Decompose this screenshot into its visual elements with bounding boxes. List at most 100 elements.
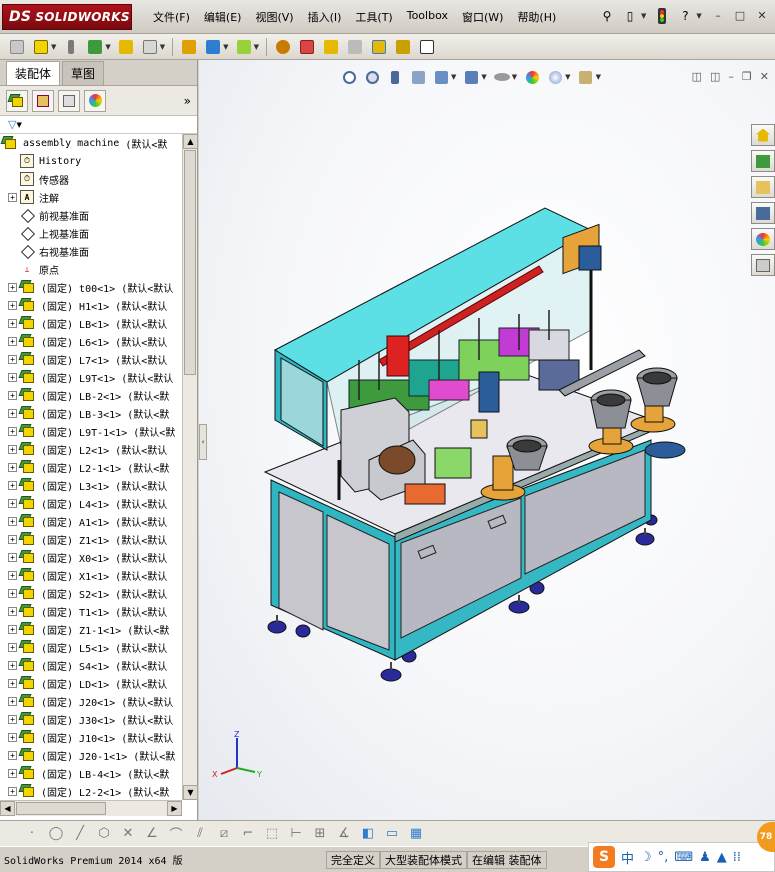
dimension-icon[interactable]: ⊢ bbox=[286, 825, 306, 843]
show-hidden-icon[interactable] bbox=[178, 37, 200, 57]
traffic-light-icon[interactable] bbox=[653, 6, 671, 26]
tree-item[interactable]: ⏱ History bbox=[0, 152, 182, 170]
trim-icon[interactable]: ✕ bbox=[118, 825, 138, 843]
menu-item[interactable]: Toolbox bbox=[400, 8, 455, 26]
menu-item[interactable]: 工具(T) bbox=[348, 8, 399, 26]
tab-sketch[interactable]: 草图 bbox=[62, 61, 105, 85]
component-pattern-icon[interactable] bbox=[84, 37, 106, 57]
tree-item[interactable]: + (固定) J30<1> (默认<默认 bbox=[0, 710, 182, 728]
assembly-features-icon[interactable] bbox=[202, 37, 224, 57]
tree-item[interactable]: + (固定) Z1<1> (默认<默认 bbox=[0, 530, 182, 548]
tree-item[interactable]: + (固定) T1<1> (默认<默认 bbox=[0, 602, 182, 620]
expand-icon[interactable]: + bbox=[8, 768, 17, 778]
expand-icon[interactable]: + bbox=[8, 750, 17, 760]
grid-icon[interactable]: ⊞ bbox=[310, 825, 330, 843]
explode-line-sketch-icon[interactable] bbox=[344, 37, 366, 57]
scroll-down-arrow[interactable]: ▼ bbox=[183, 785, 198, 800]
tree-item[interactable]: + (固定) L2<1> (默认<默认 bbox=[0, 440, 182, 458]
tree-item[interactable]: + (固定) LB-3<1> (默认<默 bbox=[0, 404, 182, 422]
expand-icon[interactable]: + bbox=[8, 390, 17, 400]
chevron-down-icon[interactable]: ▼ bbox=[160, 43, 165, 51]
menu-item[interactable]: 窗口(W) bbox=[455, 8, 510, 26]
tree-item[interactable]: + (固定) H1<1> (默认<默认 bbox=[0, 296, 182, 314]
tree-item[interactable]: + (固定) J10<1> (默认<默认 bbox=[0, 728, 182, 746]
move-component-icon[interactable] bbox=[139, 37, 161, 57]
help-icon[interactable]: ? bbox=[676, 6, 694, 26]
expand-icon[interactable]: + bbox=[8, 732, 17, 742]
tab-assembly[interactable]: 装配体 bbox=[6, 61, 61, 85]
tree-item[interactable]: 前视基准面 bbox=[0, 206, 182, 224]
tree-item[interactable]: + (固定) L2-2<1> (默认<默 bbox=[0, 782, 182, 800]
ime-language[interactable]: 中 bbox=[621, 848, 634, 867]
tree-item[interactable]: + (固定) J20-1<1> (默认<默 bbox=[0, 746, 182, 764]
window-tile-icon[interactable]: ▭ bbox=[382, 825, 402, 843]
tree-item[interactable]: + (固定) S2<1> (默认<默认 bbox=[0, 584, 182, 602]
expand-icon[interactable]: + bbox=[8, 624, 17, 634]
tree-item[interactable]: + (固定) L7<1> (默认<默认 bbox=[0, 350, 182, 368]
tree-item[interactable]: + (固定) L2-1<1> (默认<默 bbox=[0, 458, 182, 476]
tree-item[interactable]: + (固定) X1<1> (默认<默认 bbox=[0, 566, 182, 584]
offset-icon[interactable]: ⫽ bbox=[190, 825, 210, 843]
configuration-manager-icon[interactable] bbox=[58, 89, 80, 112]
expand-icon[interactable]: + bbox=[8, 588, 17, 598]
chevron-down-icon[interactable]: ▼ bbox=[223, 43, 228, 51]
scroll-left-arrow[interactable]: ◀ bbox=[0, 801, 15, 816]
expand-icon[interactable]: + bbox=[8, 696, 17, 706]
expand-icon[interactable]: + bbox=[8, 336, 17, 346]
instant3d-icon[interactable] bbox=[392, 37, 414, 57]
chevron-down-icon[interactable]: ▼ bbox=[105, 43, 110, 51]
panel-collapse-handle[interactable]: ‹ bbox=[199, 424, 207, 460]
expand-icon[interactable]: + bbox=[8, 552, 17, 562]
mirror-icon[interactable]: ⧄ bbox=[214, 825, 234, 843]
menu-grid-icon[interactable]: ⁞⁞ bbox=[733, 850, 741, 865]
moon-icon[interactable]: ☽ bbox=[640, 850, 652, 865]
display-manager-icon[interactable] bbox=[84, 89, 106, 112]
graphics-area[interactable]: ▼ ▼ ▼ ▼ ▼ ◫ ◫ – ❐ ✕ Z X Y bbox=[199, 60, 775, 820]
expand-icon[interactable]: + bbox=[8, 606, 17, 616]
expand-icon[interactable]: + bbox=[8, 642, 17, 652]
new-document-icon[interactable]: ▯ bbox=[621, 6, 639, 26]
new-motion-study-icon[interactable] bbox=[272, 37, 294, 57]
line-icon[interactable]: ╱ bbox=[70, 825, 90, 843]
corner-icon[interactable]: ⌐ bbox=[238, 825, 258, 843]
tree-item[interactable]: + (固定) J20<1> (默认<默认 bbox=[0, 692, 182, 710]
close-button[interactable]: ✕ bbox=[753, 8, 771, 24]
filter-icon[interactable]: ▽ bbox=[8, 118, 16, 131]
scroll-right-arrow[interactable]: ▶ bbox=[167, 801, 182, 816]
bill-of-materials-icon[interactable] bbox=[296, 37, 318, 57]
cube-view-icon[interactable]: ◧ bbox=[358, 825, 378, 843]
solidworks-logo[interactable]: DS SOLIDWORKS bbox=[2, 4, 132, 30]
chevron-down-icon[interactable]: ▼ bbox=[696, 12, 701, 20]
expand-icon[interactable]: + bbox=[8, 444, 17, 454]
menu-item[interactable]: 视图(V) bbox=[248, 8, 300, 26]
tree-item[interactable]: ⊥ 原点 bbox=[0, 260, 182, 278]
expand-icon[interactable]: + bbox=[8, 534, 17, 544]
tree-item[interactable]: + (固定) X0<1> (默认<默认 bbox=[0, 548, 182, 566]
scroll-thumb[interactable] bbox=[16, 802, 106, 815]
tree-root[interactable]: assembly machine (默认<默 bbox=[0, 134, 182, 152]
expand-icon[interactable]: + bbox=[8, 786, 17, 796]
expand-icon[interactable]: + bbox=[8, 408, 17, 418]
minimize-button[interactable]: – bbox=[709, 8, 727, 24]
expand-icon[interactable]: + bbox=[8, 192, 17, 202]
mate-icon[interactable] bbox=[60, 37, 82, 57]
chevron-down-icon[interactable]: ▼ bbox=[16, 121, 21, 129]
menu-item[interactable]: 插入(I) bbox=[301, 8, 349, 26]
expand-icon[interactable]: + bbox=[8, 354, 17, 364]
expand-icon[interactable]: + bbox=[8, 372, 17, 382]
fillet-icon[interactable]: ⌒ bbox=[166, 825, 186, 843]
restore-button[interactable]: □ bbox=[731, 8, 749, 24]
arc-icon[interactable]: ∠ bbox=[142, 825, 162, 843]
tree-item[interactable]: + (固定) LB-4<1> (默认<默 bbox=[0, 764, 182, 782]
menu-item[interactable]: 文件(F) bbox=[146, 8, 197, 26]
expand-icon[interactable]: + bbox=[8, 426, 17, 436]
menu-item[interactable]: 帮助(H) bbox=[510, 8, 563, 26]
large-assembly-icon[interactable] bbox=[416, 37, 438, 57]
expand-icon[interactable]: + bbox=[8, 570, 17, 580]
tree-item[interactable]: + (固定) A1<1> (默认<默认 bbox=[0, 512, 182, 530]
tree-horizontal-scrollbar[interactable]: ◀ ▶ bbox=[0, 800, 182, 816]
tree-item[interactable]: + (固定) t00<1> (默认<默认 bbox=[0, 278, 182, 296]
exploded-view-icon[interactable] bbox=[320, 37, 342, 57]
tree-item[interactable]: + (固定) LB-2<1> (默认<默 bbox=[0, 386, 182, 404]
user-icon[interactable]: ♟ bbox=[699, 850, 711, 865]
